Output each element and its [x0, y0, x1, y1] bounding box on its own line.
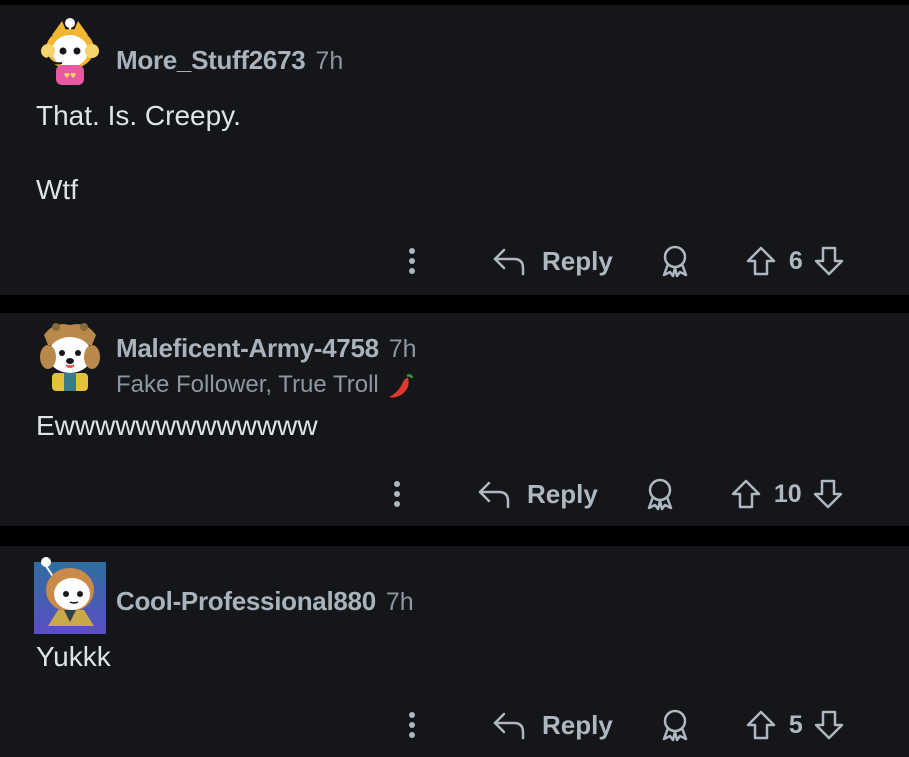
comment-card: ♥♥ More_Stuff2673 7h That. Is. Creepy. W…: [0, 5, 909, 295]
reply-button[interactable]: Reply: [492, 246, 613, 277]
upvote-button[interactable]: [745, 245, 777, 277]
user-flair: Fake Follower, True Troll: [116, 370, 415, 400]
avatar[interactable]: ♥♥: [34, 15, 106, 87]
downvote-button[interactable]: [813, 245, 845, 277]
award-button[interactable]: [659, 708, 691, 742]
comment-body: Ewwwwwwwwwwwww: [36, 410, 318, 441]
timestamp: 7h: [388, 335, 417, 363]
comment-thread: ♥♥ More_Stuff2673 7h That. Is. Creepy. W…: [0, 0, 909, 757]
upvote-arrow-icon: [746, 246, 776, 276]
vote-controls: 5: [745, 709, 845, 741]
comment-card: Cool-Professional880 7h Yukkk Reply 5: [0, 546, 909, 757]
award-button[interactable]: [659, 244, 691, 278]
vote-controls: 10: [730, 478, 844, 510]
reply-arrow-icon: [492, 710, 526, 740]
award-icon: [659, 244, 691, 278]
downvote-arrow-icon: [813, 479, 842, 509]
more-options-button[interactable]: [387, 480, 407, 508]
author-name[interactable]: More_Stuff2673: [116, 45, 306, 76]
more-vertical-icon: [393, 480, 401, 508]
comment-body: Yukkk: [36, 641, 111, 672]
reply-label: Reply: [542, 709, 613, 740]
author-line: Cool-Professional880 7h: [116, 586, 414, 617]
comment-card: Maleficent-Army-4758 7h Fake Follower, T…: [0, 313, 909, 526]
author-line: More_Stuff2673 7h: [116, 45, 343, 76]
avatar[interactable]: [34, 556, 106, 634]
comment-body: That. Is. Creepy. Wtf: [36, 100, 241, 205]
reply-button[interactable]: Reply: [477, 479, 598, 510]
comment-actions: Reply 5: [402, 701, 845, 749]
reply-arrow-icon: [477, 479, 511, 509]
award-button[interactable]: [644, 477, 676, 511]
timestamp: 7h: [315, 47, 344, 75]
avatar[interactable]: [34, 319, 106, 391]
award-icon: [644, 477, 676, 511]
downvote-button[interactable]: [813, 709, 845, 741]
chili-pepper-icon: [385, 370, 415, 400]
author-line: Maleficent-Army-4758 7h: [116, 333, 417, 364]
more-options-button[interactable]: [402, 247, 422, 275]
flair-text: Fake Follower, True Troll: [116, 371, 379, 398]
upvote-arrow-icon: [731, 479, 761, 509]
vote-score: 6: [788, 246, 803, 275]
reply-button[interactable]: Reply: [492, 710, 613, 741]
author-name[interactable]: Maleficent-Army-4758: [116, 333, 379, 364]
upvote-button[interactable]: [745, 709, 777, 741]
vote-score: 5: [788, 710, 803, 739]
reply-arrow-icon: [492, 246, 526, 276]
vote-controls: 6: [745, 245, 845, 277]
reply-label: Reply: [527, 478, 598, 509]
vote-score: 10: [773, 479, 802, 508]
downvote-arrow-icon: [814, 710, 844, 740]
award-icon: [659, 708, 691, 742]
author-name[interactable]: Cool-Professional880: [116, 586, 376, 617]
comment-actions: Reply 6: [402, 237, 845, 285]
reply-label: Reply: [542, 245, 613, 276]
downvote-button[interactable]: [812, 478, 844, 510]
svg-text:♥♥: ♥♥: [64, 72, 77, 80]
downvote-arrow-icon: [814, 246, 844, 276]
upvote-button[interactable]: [730, 478, 762, 510]
more-vertical-icon: [408, 247, 416, 275]
comment-actions: Reply 10: [387, 470, 844, 518]
more-vertical-icon: [408, 711, 416, 739]
timestamp: 7h: [385, 588, 414, 616]
more-options-button[interactable]: [402, 711, 422, 739]
upvote-arrow-icon: [746, 710, 776, 740]
